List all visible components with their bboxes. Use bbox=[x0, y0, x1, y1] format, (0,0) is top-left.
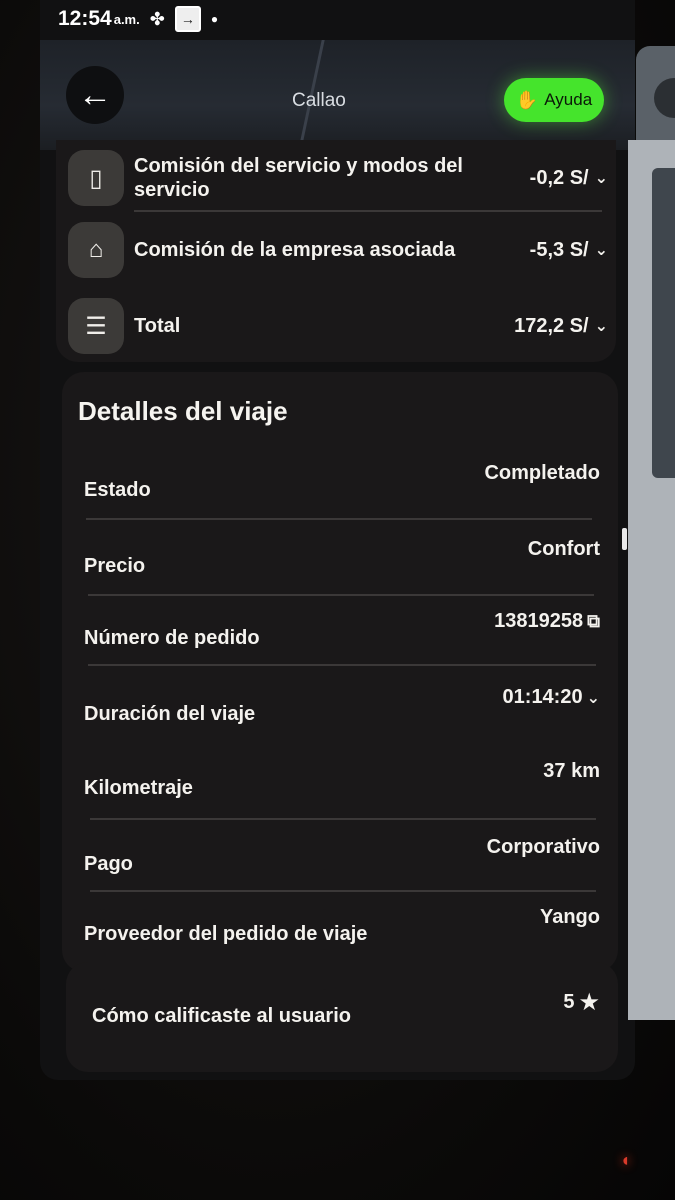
trip-row-key: Proveedor del pedido de viaje bbox=[84, 923, 368, 945]
fee-label: Comisión del servicio y modos del servic… bbox=[134, 155, 463, 201]
waving-hand-icon: ✋ bbox=[515, 89, 539, 110]
chevron-down-icon: ⌄ bbox=[586, 689, 600, 707]
trip-row-value: Completado bbox=[484, 462, 600, 484]
trip-row-payment: Pago Corporativo bbox=[84, 836, 600, 876]
status-time: 12:54 bbox=[58, 7, 112, 30]
divider bbox=[134, 210, 602, 212]
side-panel-card bbox=[652, 168, 675, 478]
trip-row-key: Pago bbox=[84, 853, 133, 875]
fee-row-company[interactable]: ⌂ Comisión de la empresa asociada -5,3 S… bbox=[68, 222, 608, 278]
company-icon: ⌂ bbox=[68, 222, 124, 278]
trip-row-value: 01:14:20 ⌄ bbox=[503, 686, 600, 709]
order-number: 13819258 bbox=[494, 610, 584, 632]
phone-wallet-icon: ▯ bbox=[68, 150, 124, 206]
receipt-icon: ☰ bbox=[68, 298, 124, 354]
fee-label: Comisión de la empresa asociada bbox=[134, 239, 456, 261]
rating-value: 5 ★ bbox=[563, 988, 600, 1017]
duration-value: 01:14:20 bbox=[502, 686, 583, 708]
trip-row-status: Estado Completado bbox=[84, 462, 600, 502]
trip-row-value: 37 km bbox=[543, 760, 600, 782]
scrollbar-thumb[interactable] bbox=[622, 528, 627, 550]
fan-icon: ✤ bbox=[149, 8, 165, 29]
rating-label: Cómo calificaste al usuario bbox=[92, 1005, 351, 1027]
fee-row-service[interactable]: ▯ Comisión del servicio y modos del serv… bbox=[68, 150, 608, 206]
fee-amount: 172,2 S/ bbox=[514, 314, 589, 337]
fee-amount: -0,2 S/ bbox=[529, 166, 589, 189]
rating-number: 5 bbox=[563, 991, 575, 1013]
star-icon: ★ bbox=[578, 989, 600, 1016]
chevron-down-icon: ⌄ bbox=[594, 170, 608, 187]
trip-row-order-number: Número de pedido 13819258 ⧉ bbox=[84, 610, 600, 650]
help-button-label: Ayuda bbox=[544, 90, 593, 109]
trip-row-key: Duración del viaje bbox=[84, 703, 256, 725]
help-button[interactable]: ✋ Ayuda bbox=[504, 78, 604, 122]
dashboard-glow-decoration: ◖ bbox=[619, 1149, 631, 1170]
chevron-down-icon: ⌄ bbox=[594, 242, 608, 259]
divider bbox=[88, 594, 594, 596]
fee-row-total[interactable]: ☰ Total 172,2 S/ ⌄ bbox=[68, 298, 608, 354]
trip-row-key: Precio bbox=[84, 555, 146, 577]
fee-value: -5,3 S/ ⌄ bbox=[530, 239, 608, 262]
arrow-left-icon: ← bbox=[78, 75, 112, 114]
divider bbox=[88, 664, 596, 666]
trip-row-value[interactable]: 13819258 ⧉ bbox=[494, 610, 600, 633]
divider bbox=[90, 890, 596, 892]
trip-row-provider: Proveedor del pedido de viaje Yango bbox=[84, 906, 600, 946]
trip-details-title: Detalles del viaje bbox=[78, 396, 288, 426]
trip-row-key: Kilometraje bbox=[84, 777, 193, 799]
trip-row-mileage: Kilometraje 37 km bbox=[84, 760, 600, 800]
side-panel-button[interactable] bbox=[654, 78, 675, 118]
trip-row-key: Estado bbox=[84, 479, 151, 501]
divider bbox=[90, 818, 596, 820]
side-panel-header bbox=[636, 46, 675, 140]
trip-row-value: Yango bbox=[539, 906, 600, 928]
dot-icon: ● bbox=[210, 12, 219, 26]
trip-row-duration[interactable]: Duración del viaje 01:14:20 ⌄ bbox=[84, 686, 600, 726]
fee-value: -0,2 S/ ⌄ bbox=[530, 167, 608, 190]
chevron-down-icon: ⌄ bbox=[594, 318, 608, 335]
status-ampm: a.m. bbox=[113, 11, 140, 27]
trip-row-key: Número de pedido bbox=[84, 627, 260, 649]
copy-icon[interactable]: ⧉ bbox=[587, 611, 600, 632]
fee-amount: -5,3 S/ bbox=[529, 238, 589, 261]
exit-box-icon: → bbox=[174, 6, 201, 32]
status-bar: 12:54 a.m. ✤ → ● bbox=[58, 6, 218, 32]
trip-row-price: Precio Confort bbox=[84, 538, 600, 578]
back-button[interactable]: ← bbox=[66, 66, 124, 124]
fee-label: Total bbox=[134, 315, 181, 337]
trip-row-value: Confort bbox=[527, 538, 600, 560]
trip-row-value: Corporativo bbox=[486, 836, 600, 858]
map-city-label: Callao bbox=[292, 90, 346, 111]
divider bbox=[86, 518, 592, 520]
fee-value: 172,2 S/ ⌄ bbox=[514, 315, 608, 338]
rating-row: Cómo calificaste al usuario 5 ★ bbox=[92, 988, 600, 1028]
